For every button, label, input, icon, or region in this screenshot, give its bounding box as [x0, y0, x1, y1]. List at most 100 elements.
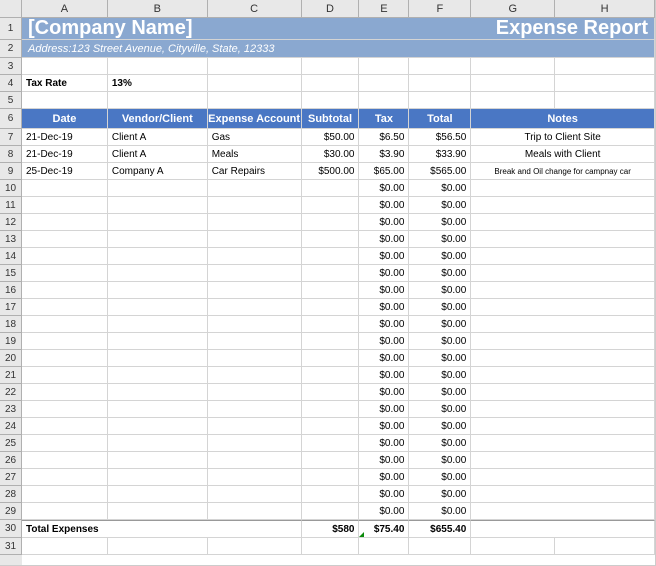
cell-notes-23[interactable] — [471, 401, 655, 417]
row-header-16[interactable]: 16 — [0, 282, 22, 299]
cell-total-10[interactable]: $0.00 — [409, 180, 471, 196]
row-header-13[interactable]: 13 — [0, 231, 22, 248]
cell-vendor-20[interactable] — [108, 350, 208, 366]
cell-total-29[interactable]: $0.00 — [409, 503, 471, 519]
cell-subtotal-16[interactable] — [302, 282, 360, 298]
cell-5-7[interactable] — [555, 92, 655, 108]
row-header-4[interactable]: 4 — [0, 75, 22, 92]
row-header-17[interactable]: 17 — [0, 299, 22, 316]
cell-vendor-19[interactable] — [108, 333, 208, 349]
cell-account-12[interactable] — [208, 214, 302, 230]
cell-notes-22[interactable] — [471, 384, 655, 400]
cell-total-19[interactable]: $0.00 — [409, 333, 471, 349]
cell-notes-16[interactable] — [471, 282, 655, 298]
cell-account-13[interactable] — [208, 231, 302, 247]
cell-account-11[interactable] — [208, 197, 302, 213]
cell-date-14[interactable] — [22, 248, 108, 264]
cell-31-5[interactable] — [409, 538, 471, 554]
cell-notes-11[interactable] — [471, 197, 655, 213]
error-indicator-icon[interactable] — [359, 532, 364, 537]
cell-total-25[interactable]: $0.00 — [409, 435, 471, 451]
cell-notes-14[interactable] — [471, 248, 655, 264]
row-header-27[interactable]: 27 — [0, 469, 22, 486]
cell-5-5[interactable] — [409, 92, 471, 108]
cell-tax-7[interactable]: $6.50 — [359, 129, 409, 145]
cell-notes-7[interactable]: Trip to Client Site — [471, 129, 655, 145]
row-header-26[interactable]: 26 — [0, 452, 22, 469]
cell-subtotal-23[interactable] — [302, 401, 360, 417]
cell-3-1[interactable] — [108, 58, 208, 74]
cell-total-15[interactable]: $0.00 — [409, 265, 471, 281]
cell-total-11[interactable]: $0.00 — [409, 197, 471, 213]
row-header-15[interactable]: 15 — [0, 265, 22, 282]
cell-date-27[interactable] — [22, 469, 108, 485]
cell-date-11[interactable] — [22, 197, 108, 213]
tax-rate-value[interactable]: 13% — [108, 75, 208, 91]
row-header-31[interactable]: 31 — [0, 538, 22, 555]
row-header-8[interactable]: 8 — [0, 146, 22, 163]
cell-4-4[interactable] — [359, 75, 409, 91]
cell-vendor-9[interactable]: Company A — [108, 163, 208, 179]
cell-date-20[interactable] — [22, 350, 108, 366]
cell-4-6[interactable] — [471, 75, 555, 91]
cell-total-20[interactable]: $0.00 — [409, 350, 471, 366]
cell-5-1[interactable] — [108, 92, 208, 108]
cell-31-3[interactable] — [302, 538, 360, 554]
row-header-28[interactable]: 28 — [0, 486, 22, 503]
row-header-10[interactable]: 10 — [0, 180, 22, 197]
cell-5-6[interactable] — [471, 92, 555, 108]
cell-subtotal-8[interactable]: $30.00 — [302, 146, 360, 162]
row-header-23[interactable]: 23 — [0, 401, 22, 418]
cell-notes-13[interactable] — [471, 231, 655, 247]
cell-vendor-12[interactable] — [108, 214, 208, 230]
cell-notes-26[interactable] — [471, 452, 655, 468]
cell-vendor-27[interactable] — [108, 469, 208, 485]
cell-tax-19[interactable]: $0.00 — [359, 333, 409, 349]
cell-vendor-28[interactable] — [108, 486, 208, 502]
cell-tax-18[interactable]: $0.00 — [359, 316, 409, 332]
cell-notes-19[interactable] — [471, 333, 655, 349]
cell-account-14[interactable] — [208, 248, 302, 264]
cell-notes-28[interactable] — [471, 486, 655, 502]
cell-tax-8[interactable]: $3.90 — [359, 146, 409, 162]
cell-date-29[interactable] — [22, 503, 108, 519]
cell-notes-9[interactable]: Break and Oil change for campnay car — [471, 163, 655, 179]
cell-date-18[interactable] — [22, 316, 108, 332]
cell-31-1[interactable] — [108, 538, 208, 554]
cell-account-7[interactable]: Gas — [208, 129, 302, 145]
cell-account-26[interactable] — [208, 452, 302, 468]
cell-account-22[interactable] — [208, 384, 302, 400]
cell-date-21[interactable] — [22, 367, 108, 383]
company-name[interactable]: [Company Name] — [22, 18, 359, 39]
cell-notes-21[interactable] — [471, 367, 655, 383]
cell-account-21[interactable] — [208, 367, 302, 383]
cell-3-0[interactable] — [22, 58, 108, 74]
cell-account-10[interactable] — [208, 180, 302, 196]
cell-3-7[interactable] — [555, 58, 655, 74]
cell-5-4[interactable] — [359, 92, 409, 108]
cell-subtotal-28[interactable] — [302, 486, 360, 502]
cell-vendor-15[interactable] — [108, 265, 208, 281]
column-header-a[interactable]: A — [22, 0, 108, 18]
cell-vendor-21[interactable] — [108, 367, 208, 383]
cell-vendor-17[interactable] — [108, 299, 208, 315]
cell-vendor-22[interactable] — [108, 384, 208, 400]
cell-notes-18[interactable] — [471, 316, 655, 332]
cell-account-27[interactable] — [208, 469, 302, 485]
cell-total-13[interactable]: $0.00 — [409, 231, 471, 247]
cell-tax-10[interactable]: $0.00 — [359, 180, 409, 196]
cell-date-15[interactable] — [22, 265, 108, 281]
cell-vendor-26[interactable] — [108, 452, 208, 468]
cell-total-16[interactable]: $0.00 — [409, 282, 471, 298]
row-header-18[interactable]: 18 — [0, 316, 22, 333]
cell-subtotal-7[interactable]: $50.00 — [302, 129, 360, 145]
cell-tax-26[interactable]: $0.00 — [359, 452, 409, 468]
cell-tax-28[interactable]: $0.00 — [359, 486, 409, 502]
cell-vendor-11[interactable] — [108, 197, 208, 213]
row-header-14[interactable]: 14 — [0, 248, 22, 265]
cell-total-23[interactable]: $0.00 — [409, 401, 471, 417]
cell-account-8[interactable]: Meals — [208, 146, 302, 162]
cell-5-2[interactable] — [208, 92, 302, 108]
cell-account-18[interactable] — [208, 316, 302, 332]
cell-account-24[interactable] — [208, 418, 302, 434]
